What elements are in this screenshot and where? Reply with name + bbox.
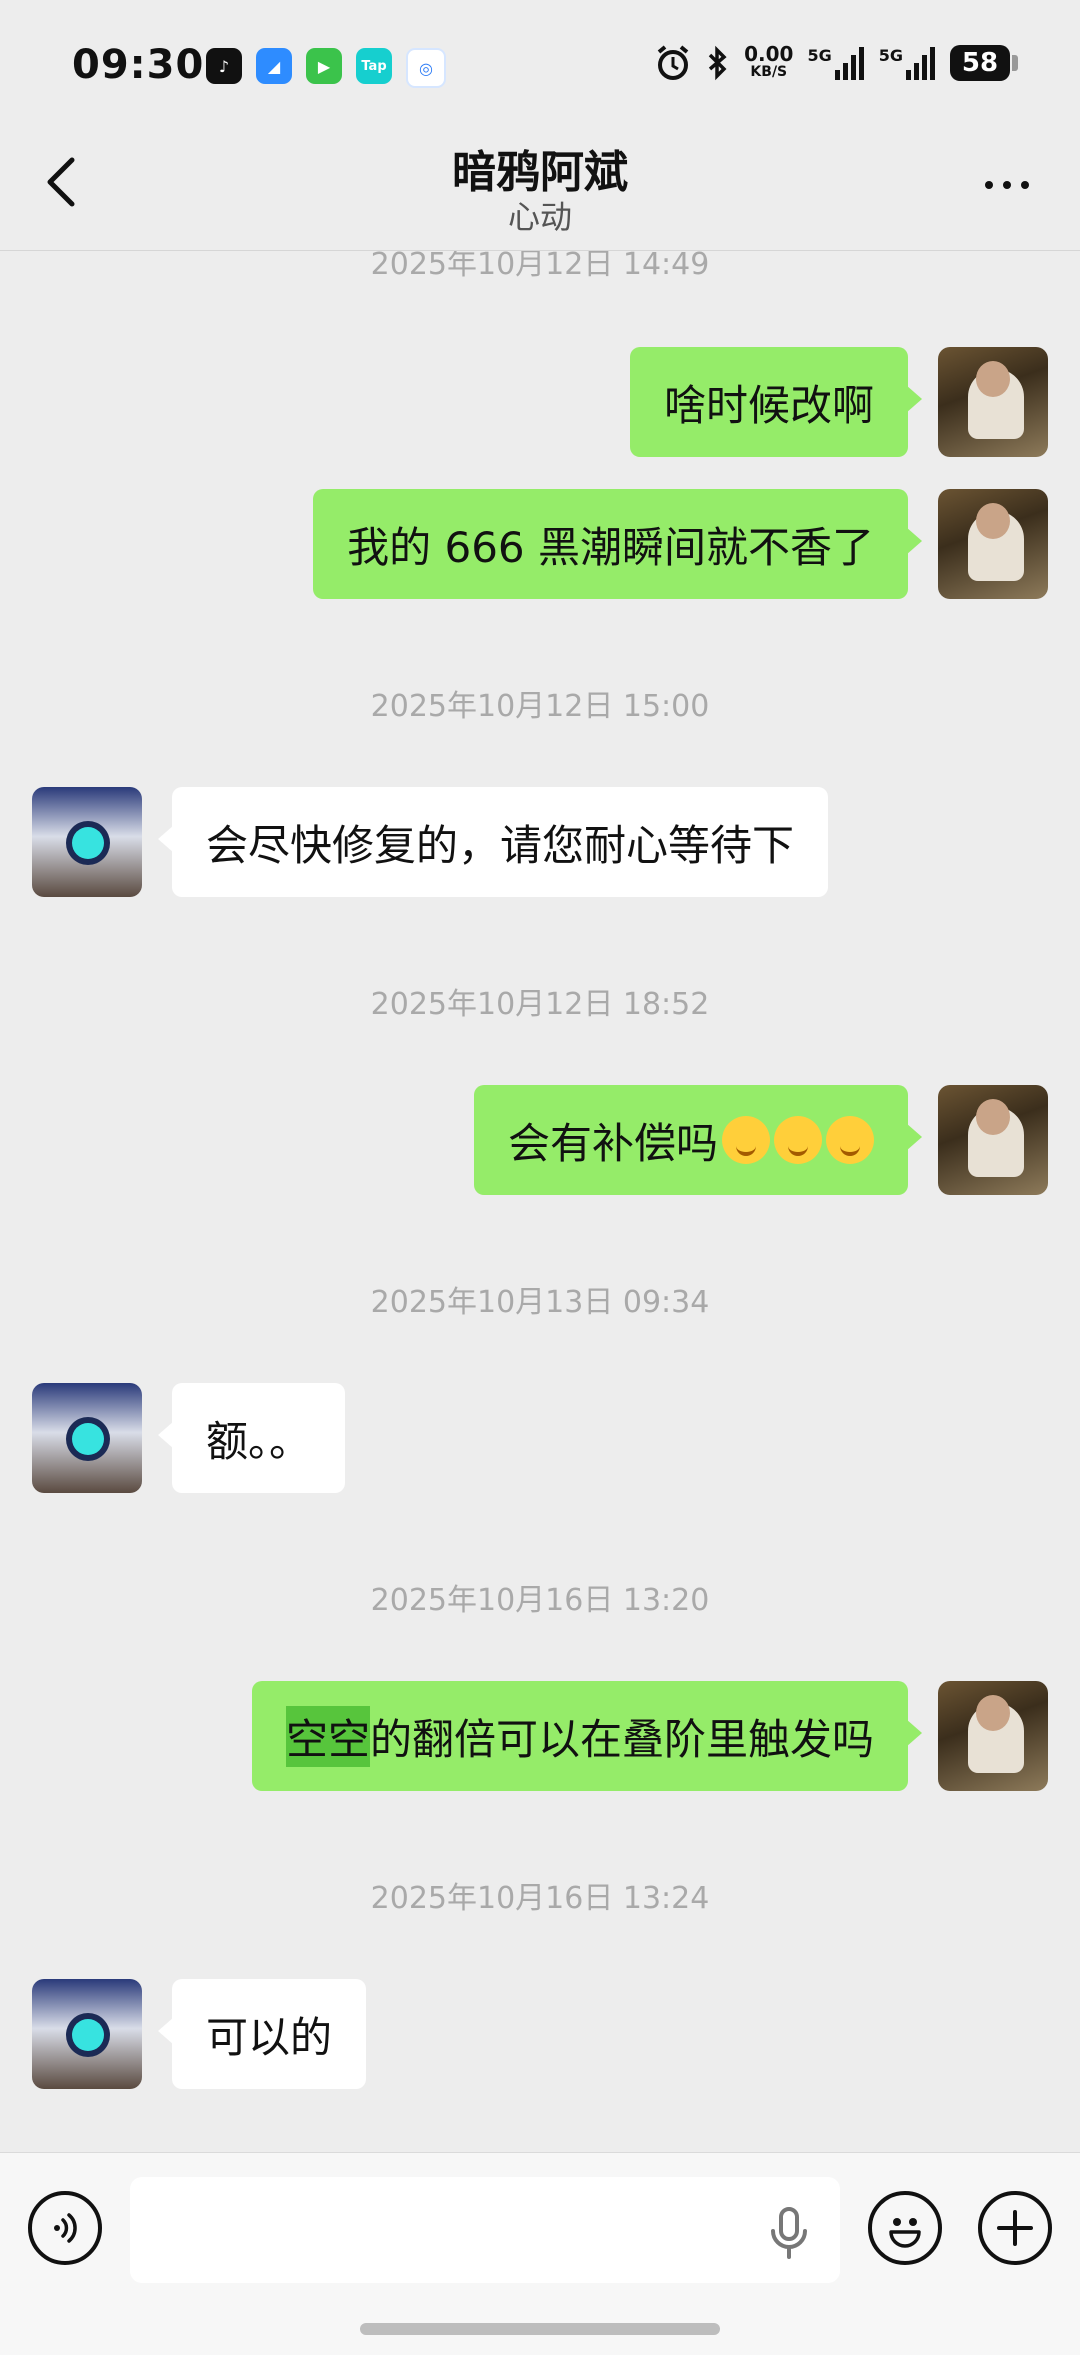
notification-icons: ♪ ◢ ▶ Tap ◎: [206, 48, 446, 88]
voice-icon[interactable]: [28, 2191, 102, 2265]
emoji-icon[interactable]: [868, 2191, 942, 2265]
smirk-emoji-icon: [722, 1116, 770, 1164]
taptap-icon: Tap: [356, 48, 392, 84]
input-bar: [0, 2152, 1080, 2355]
message-list[interactable]: 2025年10月12日 14:49 啥时候改啊 我的 666 黑潮瞬间就不香了 …: [0, 251, 1080, 2151]
contact-avatar[interactable]: [32, 1383, 142, 1493]
message-text: 会有补偿吗: [507, 1118, 718, 1168]
outgoing-message: 我的 666 黑潮瞬间就不香了: [0, 489, 1080, 599]
message-bubble[interactable]: 啥时候改啊: [629, 347, 923, 457]
message-text: 的翻倍可以在叠阶里触发吗: [369, 1714, 874, 1764]
timestamp: 2025年10月16日 13:20: [370, 1583, 710, 1618]
plus-icon[interactable]: [978, 2191, 1052, 2265]
message-bubble[interactable]: 额。。: [157, 1383, 346, 1493]
timestamp: 2025年10月12日 18:52: [370, 987, 710, 1022]
chat-title: 暗鸦阿斌: [452, 147, 628, 198]
message-bubble[interactable]: 可以的: [157, 1979, 367, 2089]
message-bubble[interactable]: 会有补偿吗: [473, 1085, 923, 1195]
network-speed: 0.00 KB/S: [744, 42, 794, 80]
chat-header: 暗鸦阿斌 心动: [0, 130, 1080, 251]
smirk-emoji-icon: [774, 1116, 822, 1164]
contact-avatar[interactable]: [32, 787, 142, 897]
message-bubble[interactable]: 我的 666 黑潮瞬间就不香了: [313, 489, 922, 599]
battery-icon: 58: [950, 45, 1018, 81]
contact-avatar[interactable]: [32, 1979, 142, 2089]
microphone-icon[interactable]: [764, 2205, 814, 2261]
text-selection[interactable]: 空空: [285, 1705, 370, 1767]
qq-browser-icon: ◎: [406, 48, 446, 88]
my-avatar[interactable]: [938, 1681, 1048, 1791]
status-bar: 09:30 ♪ ◢ ▶ Tap ◎ 0.00 KB/S 5G 5G 58: [0, 0, 1080, 130]
incoming-message: 额。。: [0, 1383, 1080, 1493]
message-input[interactable]: [130, 2177, 840, 2283]
my-avatar[interactable]: [938, 1085, 1048, 1195]
signal-sim2: 5G: [879, 46, 936, 80]
bluetooth-icon: [708, 45, 727, 81]
timestamp: 2025年10月13日 09:34: [370, 1285, 710, 1320]
outgoing-message: 啥时候改啊: [0, 347, 1080, 457]
tiktok-icon: ♪: [206, 48, 242, 84]
incoming-message: 会尽快修复的，请您耐心等待下: [0, 787, 1080, 897]
message-bubble[interactable]: 会尽快修复的，请您耐心等待下: [157, 787, 829, 897]
video-app-icon: ▶: [306, 48, 342, 84]
more-options-icon[interactable]: [972, 160, 1042, 210]
timestamp: 2025年10月12日 15:00: [370, 689, 710, 724]
signal-icon: [906, 47, 935, 80]
status-time: 09:30: [72, 42, 205, 88]
signal-icon: [834, 47, 864, 80]
message-bubble[interactable]: 空空 的翻倍可以在叠阶里触发吗: [251, 1681, 923, 1791]
my-avatar[interactable]: [938, 347, 1048, 457]
home-indicator[interactable]: [360, 2323, 720, 2335]
my-avatar[interactable]: [938, 489, 1048, 599]
signal-sim1: 5G: [807, 46, 864, 80]
timestamp: 2025年10月12日 14:49: [370, 251, 710, 282]
chat-subtitle: 心动: [507, 198, 572, 236]
browser-icon: ◢: [256, 48, 292, 84]
incoming-message: 可以的: [0, 1979, 1080, 2089]
smirk-emoji-icon: [826, 1116, 874, 1164]
timestamp: 2025年10月16日 13:24: [370, 1881, 710, 1916]
outgoing-message: 空空 的翻倍可以在叠阶里触发吗: [0, 1681, 1080, 1791]
outgoing-message: 会有补偿吗: [0, 1085, 1080, 1195]
system-icons: 0.00 KB/S 5G 5G 58: [654, 42, 1018, 82]
alarm-icon: [657, 45, 689, 80]
